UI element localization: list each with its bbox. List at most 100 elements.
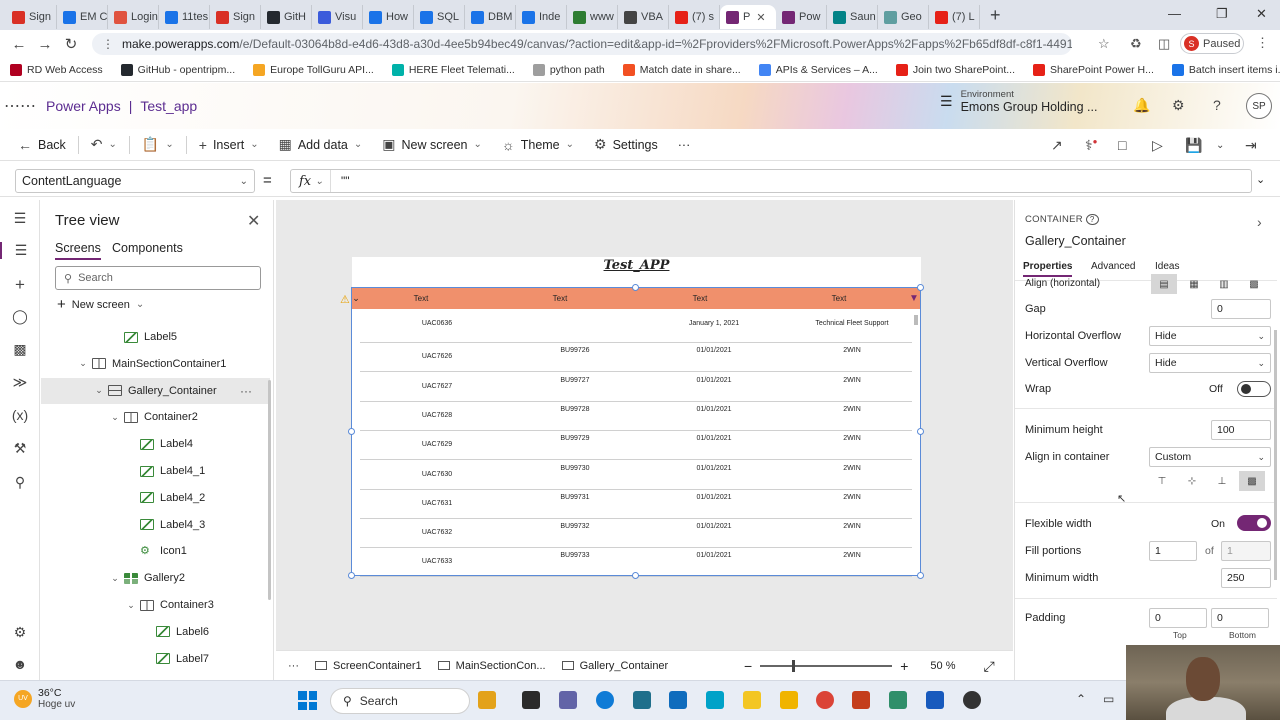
window-close-button[interactable]: ✕ xyxy=(1256,6,1267,22)
fx-icon[interactable]: fx ⌄ xyxy=(291,170,331,192)
align-center-icon[interactable]: ▦ xyxy=(1181,274,1207,294)
tree-node[interactable]: Label6 xyxy=(41,619,270,645)
chevron-down-icon[interactable]: ⌄ xyxy=(93,385,105,396)
tree-node[interactable]: ⌄ MainSectionContainer1 xyxy=(41,351,270,377)
fit-to-window-icon[interactable]: ⤢ xyxy=(983,658,994,675)
share-icon[interactable]: ↗ xyxy=(1051,137,1063,154)
resize-handle[interactable] xyxy=(632,284,639,291)
browser-tab[interactable]: Visu xyxy=(312,5,363,29)
chevron-down-icon[interactable]: ⌄ xyxy=(77,358,89,369)
gap-input[interactable]: 0 xyxy=(1211,299,1271,319)
tree-scrollbar[interactable] xyxy=(268,380,271,600)
align-bottom-icon[interactable]: ⊥ xyxy=(1209,471,1235,491)
paste-button[interactable]: 📋 ⌄ xyxy=(132,136,184,153)
breadcrumb-item[interactable]: Gallery_Container xyxy=(554,660,677,672)
resize-handle[interactable] xyxy=(917,284,924,291)
bookmark-item[interactable]: HERE Fleet Telemati... xyxy=(391,63,515,76)
settings-gear-icon[interactable]: ⚙ xyxy=(1172,97,1185,114)
browser-back-icon[interactable]: ← xyxy=(6,36,32,53)
tab-screens[interactable]: Screens xyxy=(55,241,101,260)
profile-button[interactable]: S Paused xyxy=(1180,33,1244,54)
tools-icon[interactable]: ⚒ xyxy=(0,440,40,457)
settings-button[interactable]: ⚙ Settings xyxy=(584,136,668,153)
app-launcher-icon[interactable]: ⋯⋯ xyxy=(0,96,40,116)
app-checker-icon[interactable]: ⚕● xyxy=(1085,137,1097,154)
tree-node[interactable]: ⌄ Container3 xyxy=(41,592,270,618)
notifications-icon[interactable]: 🔔 xyxy=(1133,97,1150,114)
resize-handle[interactable] xyxy=(917,428,924,435)
minimum-height-input[interactable]: 100 xyxy=(1211,420,1271,440)
media-icon[interactable]: ▩ xyxy=(0,341,40,358)
browser-tab[interactable]: www xyxy=(567,5,618,29)
bookmark-item[interactable]: Match date in share... xyxy=(622,63,741,76)
undo-button[interactable]: ↶ ⌄ xyxy=(81,136,127,153)
align-right-icon[interactable]: ▥ xyxy=(1211,274,1237,294)
horizontal-overflow-dropdown[interactable]: Hide ⌄ xyxy=(1149,326,1271,346)
close-icon[interactable]: ✕ xyxy=(247,211,260,231)
align-left-icon[interactable]: ▤ xyxy=(1151,274,1177,294)
bookmark-item[interactable]: Europe TollGuru API... xyxy=(253,63,374,76)
chevron-up-icon[interactable]: ⌃ xyxy=(1076,692,1086,706)
taskbar-search-input[interactable]: ⚲ Search xyxy=(330,688,470,714)
tab-components[interactable]: Components xyxy=(112,241,183,255)
browser-tab[interactable]: Sign xyxy=(6,5,57,29)
powerpoint-icon[interactable] xyxy=(852,691,870,709)
browser-tab[interactable]: VBA xyxy=(618,5,669,29)
browser-tab[interactable]: Login xyxy=(108,5,159,29)
tree-node[interactable]: ⌄ Container2 xyxy=(41,404,270,430)
browser-tab[interactable]: How xyxy=(363,5,414,29)
browser-tab[interactable]: GitH xyxy=(261,5,312,29)
close-tab-icon[interactable]: ✕ xyxy=(756,11,765,24)
tree-node[interactable]: Label4_2 xyxy=(41,485,270,511)
product-name[interactable]: Power Apps xyxy=(46,98,121,114)
mail-icon[interactable] xyxy=(669,691,687,709)
align-stretch-icon[interactable]: ▩ xyxy=(1239,471,1265,491)
tree-node[interactable]: ⌄ Gallery_Container ··· xyxy=(41,377,270,404)
vertical-overflow-dropdown[interactable]: Hide ⌄ xyxy=(1149,353,1271,373)
chevron-down-icon[interactable]: ⌄ xyxy=(1216,140,1224,151)
align-in-container-dropdown[interactable]: Custom ⌄ xyxy=(1149,447,1271,467)
minimum-width-input[interactable]: 250 xyxy=(1221,568,1271,588)
zoom-slider-thumb[interactable] xyxy=(792,660,796,672)
user-avatar[interactable]: SP xyxy=(1246,93,1272,119)
chevron-down-icon[interactable]: ⌄ xyxy=(125,600,137,611)
browser-tab[interactable]: SQL xyxy=(414,5,465,29)
chevron-down-icon[interactable]: ⌄ xyxy=(165,139,173,150)
weather-widget[interactable]: UV 36°C Hoge uv xyxy=(14,687,75,710)
help-icon[interactable]: ? xyxy=(1213,97,1221,113)
browser-tab[interactable]: EM C xyxy=(57,5,108,29)
reload-icon[interactable]: ↻ xyxy=(58,35,84,53)
zoom-in-button[interactable]: + xyxy=(900,658,908,674)
tree-node[interactable]: ⌄ Gallery2 xyxy=(41,565,270,591)
add-data-button[interactable]: ▦ Add data ⌄ xyxy=(269,136,373,153)
back-button[interactable]: ← Back xyxy=(0,137,76,153)
fill-portions-input[interactable]: 1 xyxy=(1149,541,1197,561)
formula-input[interactable]: fx ⌄ "" xyxy=(290,169,1252,193)
publish-icon[interactable]: ⇥ xyxy=(1245,137,1257,154)
bookmark-item[interactable]: Join two SharePoint... xyxy=(895,63,1015,76)
more-breadcrumbs-button[interactable]: ··· xyxy=(276,660,307,672)
virtual-agent-icon[interactable]: ☻ xyxy=(0,656,40,672)
browser-menu-icon[interactable]: ⋮ xyxy=(1256,35,1269,51)
new-screen-button[interactable]: + New screen ⌄ xyxy=(57,296,144,313)
breadcrumb-item[interactable]: ScreenContainer1 xyxy=(307,660,430,672)
data-icon[interactable]: ◯ xyxy=(0,308,40,325)
extensions-icon[interactable]: ♻ xyxy=(1130,36,1142,52)
tab-properties[interactable]: Properties xyxy=(1023,261,1073,277)
padding-top-input[interactable]: 0 xyxy=(1149,608,1207,628)
align-middle-icon[interactable]: ⊹ xyxy=(1179,471,1205,491)
word-icon[interactable] xyxy=(926,691,944,709)
power-automate-icon[interactable]: ≫ xyxy=(0,374,40,391)
search-icon[interactable]: ⚲ xyxy=(0,474,40,491)
align-stretch-icon[interactable]: ▩ xyxy=(1241,274,1267,294)
tab-advanced[interactable]: Advanced xyxy=(1091,261,1135,272)
browser-tab[interactable]: P ✕ xyxy=(720,5,776,29)
browser-tab[interactable]: Inde xyxy=(516,5,567,29)
browser-tab[interactable]: 11tes xyxy=(159,5,210,29)
resize-handle[interactable] xyxy=(917,572,924,579)
browser-tab[interactable]: Pow xyxy=(776,5,827,29)
remote-desktop-icon[interactable] xyxy=(706,691,724,709)
resize-handle[interactable] xyxy=(632,572,639,579)
tab-ideas[interactable]: Ideas xyxy=(1155,261,1179,272)
properties-scrollbar[interactable] xyxy=(1274,330,1277,580)
